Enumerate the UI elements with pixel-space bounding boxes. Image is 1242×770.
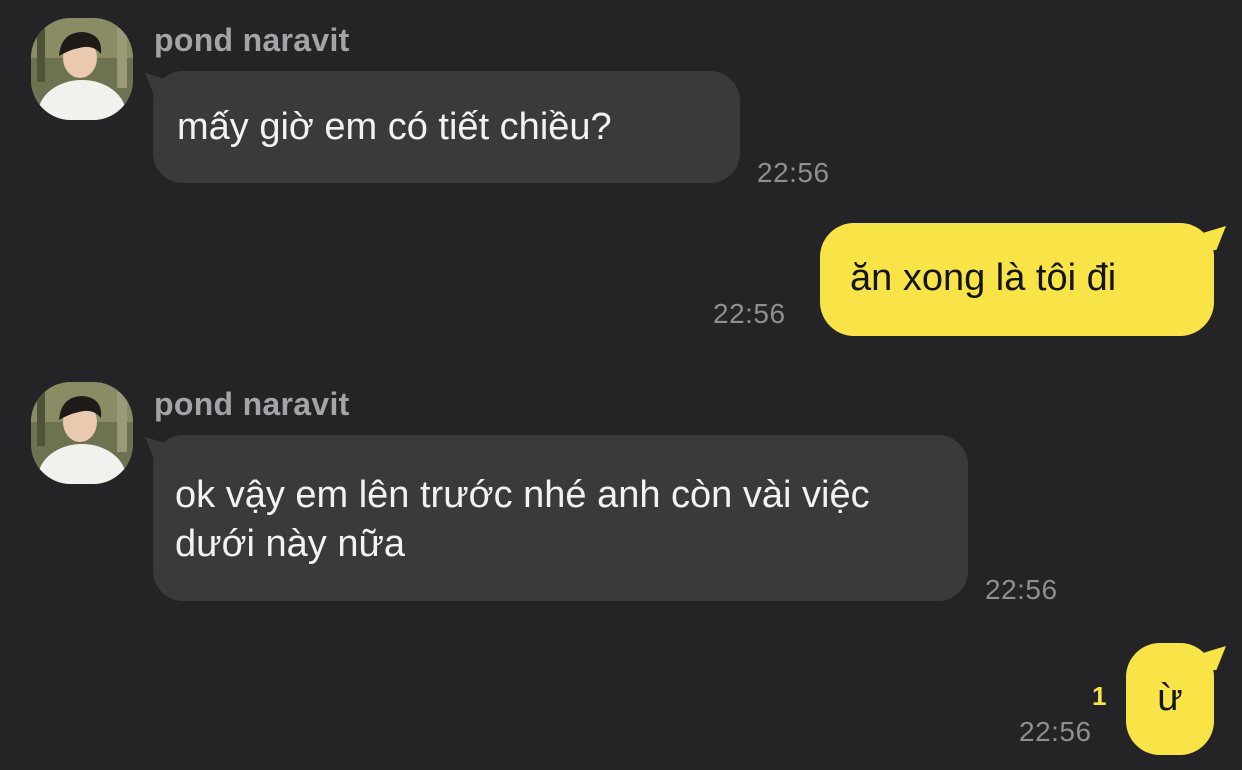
bubble-tail	[1202, 226, 1226, 250]
message-bubble-incoming[interactable]: ok vậy em lên trước nhé anh còn vài việc…	[153, 435, 968, 601]
message-text: ừ	[1157, 677, 1183, 719]
message-timestamp: 22:56	[757, 157, 830, 188]
message-timestamp: 22:56	[985, 574, 1058, 605]
message-text: ok vậy em lên trước nhé anh còn vài việc…	[175, 474, 870, 565]
message-text: ăn xong là tôi đi	[850, 257, 1117, 299]
message-bubble-outgoing[interactable]: ăn xong là tôi đi	[820, 223, 1214, 336]
sender-name: pond naravit	[154, 386, 350, 422]
message-text: mấy giờ em có tiết chiều?	[177, 106, 612, 148]
bubble-tail	[1202, 646, 1226, 670]
sender-name: pond naravit	[154, 22, 350, 58]
sender-avatar[interactable]	[31, 382, 133, 484]
message-bubble-incoming[interactable]: mấy giờ em có tiết chiều?	[153, 71, 740, 183]
message-timestamp: 22:56	[713, 298, 786, 329]
sender-avatar[interactable]	[31, 18, 133, 120]
message-bubble-outgoing[interactable]: ừ	[1126, 643, 1214, 755]
message-timestamp: 22:56	[1019, 716, 1092, 747]
unread-count-badge: 1	[1092, 681, 1107, 711]
chat-message-list[interactable]: pond naravit mấy giờ em có tiết chiều? 2…	[0, 0, 1242, 770]
